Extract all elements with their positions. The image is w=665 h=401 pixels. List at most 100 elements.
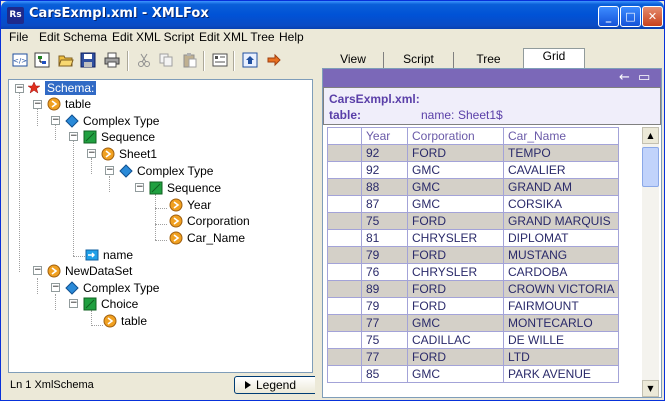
cell-corporation[interactable]: GMC bbox=[407, 365, 504, 383]
row-header[interactable] bbox=[327, 297, 362, 315]
cell-car-name[interactable]: LTD bbox=[502, 348, 620, 366]
cut-icon[interactable] bbox=[135, 51, 153, 69]
cell-car-name[interactable]: GRAND AM bbox=[502, 178, 620, 196]
row-header[interactable] bbox=[327, 314, 362, 332]
tree-collapse-toggle[interactable]: − bbox=[69, 132, 78, 141]
cell-year[interactable]: 77 bbox=[361, 314, 408, 332]
copy-icon[interactable] bbox=[157, 51, 175, 69]
row-header[interactable] bbox=[327, 178, 362, 196]
table-row[interactable]: 89 FORD CROWN VICTORIA bbox=[327, 280, 620, 298]
cell-year[interactable]: 88 bbox=[361, 178, 408, 196]
cell-corporation[interactable]: CADILLAC bbox=[407, 331, 504, 349]
tree-node-corporation[interactable]: Corporation bbox=[169, 213, 250, 229]
cell-year[interactable]: 85 bbox=[361, 365, 408, 383]
table-row[interactable]: 76 CHRYSLER CARDOBA bbox=[327, 263, 620, 281]
cell-corporation[interactable]: FORD bbox=[407, 212, 504, 230]
view-source-icon[interactable]: </> bbox=[11, 51, 29, 69]
minimize-button[interactable]: _ bbox=[598, 6, 619, 27]
tree-collapse-toggle[interactable]: − bbox=[135, 183, 144, 192]
cell-corporation[interactable]: CHRYSLER bbox=[407, 229, 504, 247]
title-bar[interactable]: Rs CarsExmpl.xml - XMLFox _ □ ✕ bbox=[1, 1, 664, 29]
cell-year[interactable]: 79 bbox=[361, 297, 408, 315]
cell-year[interactable]: 87 bbox=[361, 195, 408, 213]
cell-year[interactable]: 81 bbox=[361, 229, 408, 247]
tree-collapse-toggle[interactable]: − bbox=[51, 283, 60, 292]
tree-node-schema[interactable]: Schema: bbox=[27, 80, 97, 96]
back-arrow-icon[interactable]: ← bbox=[619, 70, 630, 85]
tree-node-sequence[interactable]: Sequence bbox=[149, 180, 221, 196]
row-header[interactable] bbox=[327, 348, 362, 366]
row-header[interactable] bbox=[327, 246, 362, 264]
cell-car-name[interactable]: MONTECARLO bbox=[502, 314, 620, 332]
tree-node-complex-type[interactable]: Complex Type bbox=[119, 163, 213, 179]
table-row[interactable]: 88 GMC GRAND AM bbox=[327, 178, 620, 196]
cell-car-name[interactable]: CAVALIER bbox=[502, 161, 620, 179]
cell-car-name[interactable]: GRAND MARQUIS bbox=[502, 212, 620, 230]
row-header[interactable] bbox=[327, 229, 362, 247]
menu-edit-xml-tree[interactable]: Edit XML Tree bbox=[199, 30, 275, 44]
tab-grid[interactable]: Grid bbox=[523, 48, 585, 68]
cell-corporation[interactable]: GMC bbox=[407, 178, 504, 196]
cell-year[interactable]: 92 bbox=[361, 161, 408, 179]
cell-corporation[interactable]: FORD bbox=[407, 246, 504, 264]
print-icon[interactable] bbox=[103, 51, 121, 69]
tab-view[interactable]: View bbox=[323, 52, 383, 68]
cell-year[interactable]: 79 bbox=[361, 246, 408, 264]
row-header[interactable] bbox=[327, 365, 362, 383]
row-header[interactable] bbox=[327, 280, 362, 298]
table-row[interactable]: 85 GMC PARK AVENUE bbox=[327, 365, 620, 383]
cell-corporation[interactable]: FORD bbox=[407, 144, 504, 162]
legend-button[interactable]: Legend bbox=[234, 376, 318, 394]
cell-car-name[interactable]: PARK AVENUE bbox=[502, 365, 620, 383]
schema-tree-panel[interactable]: − − − − − − − − − − Schema: table Comple… bbox=[8, 79, 313, 373]
maximize-button[interactable]: □ bbox=[620, 6, 641, 27]
cell-corporation[interactable]: FORD bbox=[407, 348, 504, 366]
tab-tree[interactable]: Tree bbox=[453, 52, 523, 68]
tree-collapse-toggle[interactable]: − bbox=[87, 149, 96, 158]
tree-node-table[interactable]: table bbox=[103, 313, 147, 329]
cell-car-name[interactable]: CROWN VICTORIA bbox=[502, 280, 620, 298]
close-button[interactable]: ✕ bbox=[642, 6, 663, 27]
tree-node-newdataset[interactable]: NewDataSet bbox=[47, 263, 132, 279]
row-header[interactable] bbox=[327, 212, 362, 230]
cell-year[interactable]: 75 bbox=[361, 331, 408, 349]
cell-car-name[interactable]: DE WILLE bbox=[502, 331, 620, 349]
tab-script[interactable]: Script bbox=[383, 52, 453, 68]
cell-corporation[interactable]: GMC bbox=[407, 195, 504, 213]
tree-node-year[interactable]: Year bbox=[169, 197, 211, 213]
cell-car-name[interactable]: MUSTANG bbox=[502, 246, 620, 264]
tree-collapse-toggle[interactable]: − bbox=[15, 84, 24, 93]
tree-node-sequence[interactable]: Sequence bbox=[83, 129, 155, 145]
scroll-thumb[interactable] bbox=[642, 147, 659, 187]
row-header[interactable] bbox=[327, 331, 362, 349]
cell-corporation[interactable]: FORD bbox=[407, 297, 504, 315]
row-header[interactable] bbox=[327, 195, 362, 213]
table-row[interactable]: 77 GMC MONTECARLO bbox=[327, 314, 620, 332]
export-icon[interactable] bbox=[241, 51, 259, 69]
menu-help[interactable]: Help bbox=[279, 30, 304, 44]
cell-year[interactable]: 76 bbox=[361, 263, 408, 281]
scroll-up-icon[interactable]: ▲ bbox=[642, 127, 659, 144]
cell-year[interactable]: 75 bbox=[361, 212, 408, 230]
tree-node-car-name[interactable]: Car_Name bbox=[169, 230, 245, 246]
cell-year[interactable]: 77 bbox=[361, 348, 408, 366]
layout-icon[interactable]: ▭ bbox=[638, 70, 650, 85]
table-row[interactable]: 79 FORD MUSTANG bbox=[327, 246, 620, 264]
table-row[interactable]: 75 FORD GRAND MARQUIS bbox=[327, 212, 620, 230]
tree-collapse-toggle[interactable]: − bbox=[105, 166, 114, 175]
row-header[interactable] bbox=[327, 263, 362, 281]
row-header[interactable] bbox=[327, 144, 362, 162]
cell-year[interactable]: 89 bbox=[361, 280, 408, 298]
column-header-corporation[interactable]: Corporation bbox=[407, 127, 504, 145]
table-row[interactable]: 92 FORD TEMPO bbox=[327, 144, 620, 162]
cell-car-name[interactable]: DIPLOMAT bbox=[502, 229, 620, 247]
column-header-car-name[interactable]: Car_Name bbox=[502, 127, 620, 145]
tree-node-complex-type[interactable]: Complex Type bbox=[65, 280, 159, 296]
cell-car-name[interactable]: FAIRMOUNT bbox=[502, 297, 620, 315]
table-row[interactable]: 87 GMC CORSIKA bbox=[327, 195, 620, 213]
next-arrow-icon[interactable] bbox=[265, 51, 283, 69]
cell-year[interactable]: 92 bbox=[361, 144, 408, 162]
cell-car-name[interactable]: CARDOBA bbox=[502, 263, 620, 281]
row-header[interactable] bbox=[327, 161, 362, 179]
properties-icon[interactable] bbox=[211, 51, 229, 69]
